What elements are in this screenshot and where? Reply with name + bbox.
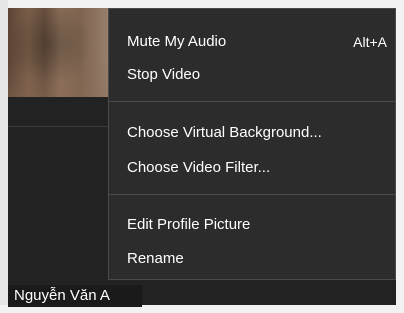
menu-item-stop-video[interactable]: Stop Video xyxy=(127,60,387,90)
menu-item-edit-profile-picture[interactable]: Edit Profile Picture xyxy=(127,210,387,240)
frame-right xyxy=(396,0,404,313)
frame-top xyxy=(0,0,404,8)
video-feed xyxy=(8,8,112,97)
menu-item-label: Stop Video xyxy=(127,66,201,83)
video-divider xyxy=(8,126,112,127)
menu-item-label: Edit Profile Picture xyxy=(127,216,251,233)
menu-item-shortcut: Alt+A xyxy=(353,34,387,50)
menu-item-label: Mute My Audio xyxy=(127,33,227,50)
context-menu: Mute My Audio Alt+A Stop Video Choose Vi… xyxy=(108,8,396,280)
menu-item-video-filter[interactable]: Choose Video Filter... xyxy=(127,153,387,183)
menu-item-label: Rename xyxy=(127,250,184,267)
menu-separator xyxy=(109,194,395,195)
app-window: Nguyễn Văn A Mute My Audio Alt+A Stop Vi… xyxy=(0,0,404,313)
menu-item-label: Choose Video Filter... xyxy=(127,159,271,176)
menu-separator xyxy=(109,101,395,102)
menu-item-virtual-background[interactable]: Choose Virtual Background... xyxy=(127,118,387,148)
menu-item-label: Choose Virtual Background... xyxy=(127,124,322,141)
participant-name-label: Nguyễn Văn A xyxy=(8,285,142,307)
menu-item-rename[interactable]: Rename xyxy=(127,244,387,274)
menu-item-mute-audio[interactable]: Mute My Audio Alt+A xyxy=(127,27,387,57)
frame-left xyxy=(0,0,8,313)
